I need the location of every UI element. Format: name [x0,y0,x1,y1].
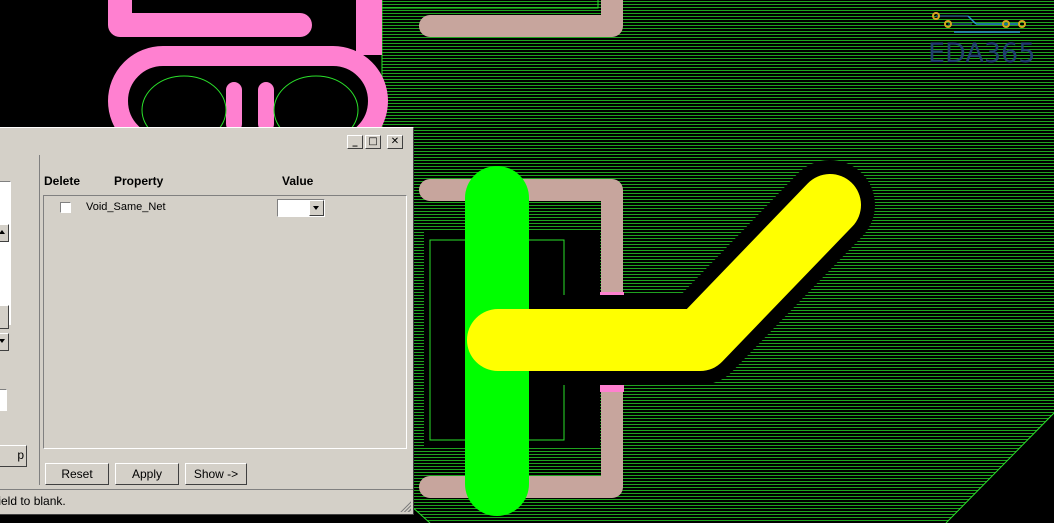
reset-button[interactable]: Reset [45,463,109,485]
show-button[interactable]: Show -> [185,463,247,485]
logo-text: EDA365 [928,38,1036,69]
close-button[interactable]: ✕ [387,135,403,149]
circuit-trace-icon [932,12,1026,33]
value-combobox[interactable] [277,199,325,217]
delete-checkbox[interactable] [60,202,71,213]
close-icon: ✕ [390,136,400,147]
partial-button-label: p [17,448,24,462]
dropdown-button[interactable] [0,333,9,351]
pink-trace-top [108,0,312,37]
scroll-up-icon [0,230,5,234]
apply-label: Apply [131,467,163,481]
chevron-down-icon [313,206,319,210]
chevron-down-icon [0,339,5,343]
value-dropdown-button[interactable] [309,200,324,216]
header-delete: Delete [44,174,81,188]
apply-button[interactable]: Apply [115,463,179,485]
minimize-button[interactable]: _ [347,135,363,149]
pink-pad-right [356,0,382,55]
maximize-icon: □ [368,136,378,147]
property-name: Void_Same_Net [86,201,166,213]
pink-bar-2 [258,82,274,132]
property-panel: Delete Property Value Void_Same_Net Rese… [41,155,408,485]
text-field[interactable] [0,389,7,411]
property-grid: Void_Same_Net [43,195,407,449]
maximize-button[interactable]: □ [365,135,381,149]
scroll-up-button[interactable] [0,224,9,242]
partial-button[interactable]: p [0,445,27,467]
resize-grip-icon[interactable] [399,500,411,512]
status-text: field to blank. [0,494,66,508]
dialog-titlebar[interactable]: _ □ ✕ [0,128,413,154]
available-list[interactable] [0,181,11,325]
show-label: Show -> [193,467,239,481]
header-property: Property [114,174,164,188]
left-panel: p [0,155,40,485]
header-value: Value [282,174,314,188]
list-scrollbar-thumb[interactable] [0,305,9,329]
minimize-icon: _ [352,136,358,147]
reset-label: Reset [61,467,93,481]
eda365-logo: EDA365 [928,10,1040,69]
status-bar: field to blank. [0,489,413,514]
property-edit-dialog: _ □ ✕ p Delete Property Value Void_Same_… [0,127,414,515]
pink-bar-1 [226,82,242,132]
table-row: Void_Same_Net [44,196,404,220]
